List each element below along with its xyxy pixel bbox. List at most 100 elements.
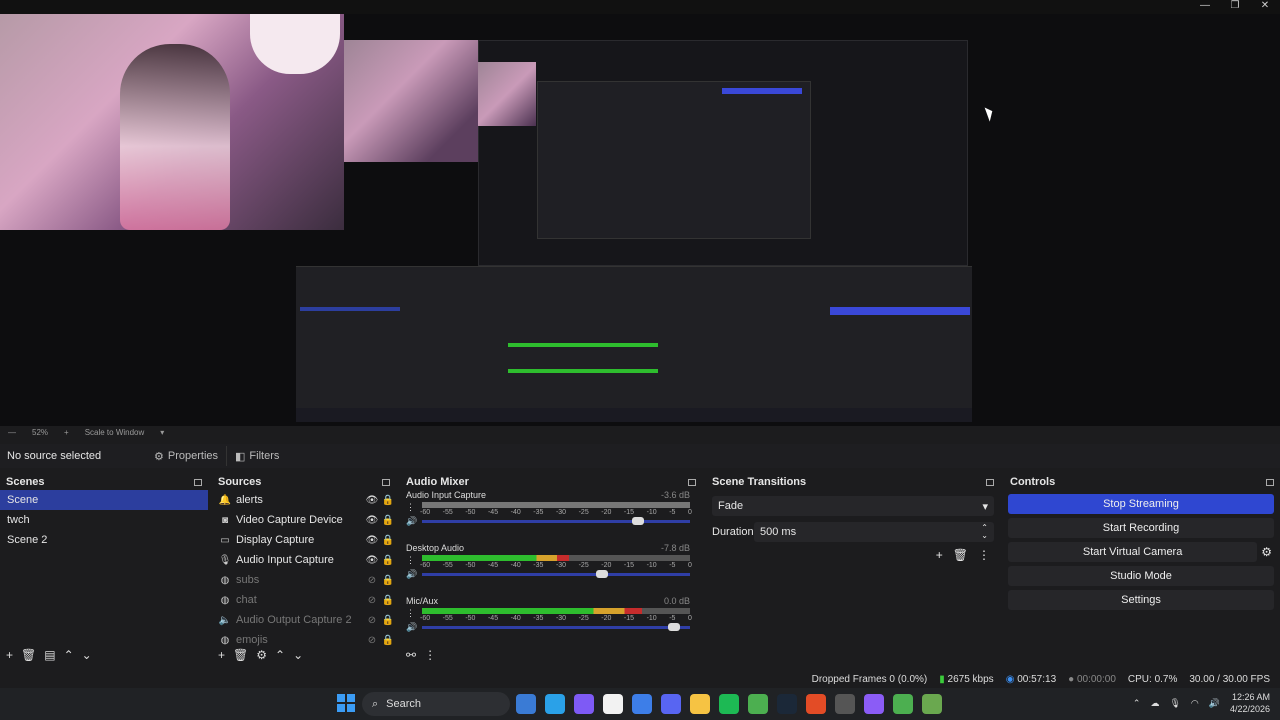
trash-icon[interactable]: 🗑 <box>21 648 36 662</box>
eye-icon[interactable]: 👁 <box>364 555 380 566</box>
source-item[interactable]: 🔔 alerts 👁 🔒 <box>212 490 396 510</box>
filters-button[interactable]: ◧ Filters <box>226 446 287 466</box>
eye-icon[interactable]: 👁 <box>364 495 380 506</box>
taskbar-app-icon[interactable] <box>661 694 681 714</box>
lock-icon[interactable]: 🔒 <box>380 575 396 586</box>
stepper-icon[interactable]: ⌃ ⌄ <box>981 524 988 540</box>
kebab-menu-icon[interactable]: ⋮ <box>978 548 990 562</box>
scene-item[interactable]: twch <box>0 510 208 530</box>
close-icon[interactable]: ✕ <box>1250 0 1280 14</box>
scale-dropdown-icon[interactable]: ▾ <box>160 426 164 440</box>
lock-icon[interactable]: 🔒 <box>380 495 396 506</box>
trash-icon[interactable]: 🗑 <box>953 548 968 562</box>
undock-icon[interactable] <box>382 478 390 486</box>
source-item[interactable]: 🎙 Audio Input Capture 👁 🔒 <box>212 550 396 570</box>
taskbar-app-icon[interactable] <box>545 694 565 714</box>
taskbar-app-icon[interactable] <box>748 694 768 714</box>
wifi-icon[interactable]: ◠ <box>1191 698 1199 709</box>
studio-mode-button[interactable]: Studio Mode <box>1008 566 1274 586</box>
source-item[interactable]: ◙ Video Capture Device 👁 🔒 <box>212 510 396 530</box>
duration-input[interactable]: 500 ms ⌃ ⌄ <box>754 522 994 542</box>
minimize-icon[interactable]: — <box>1190 0 1220 14</box>
move-up-icon[interactable]: ⌃ <box>64 648 74 662</box>
eye-off-icon[interactable]: ⊘ <box>364 635 380 646</box>
mic-icon[interactable]: 🎙 <box>1169 698 1180 709</box>
taskbar-app-icon[interactable] <box>777 694 797 714</box>
taskbar-app-icon[interactable] <box>632 694 652 714</box>
taskbar-app-icon[interactable] <box>893 694 913 714</box>
lock-icon[interactable]: 🔒 <box>380 615 396 626</box>
volume-icon[interactable]: 🔊 <box>406 569 417 580</box>
lock-icon[interactable]: 🔒 <box>380 595 396 606</box>
add-icon[interactable]: + <box>936 548 943 562</box>
program-preview[interactable] <box>0 14 1280 426</box>
clock[interactable]: 12:26 AM 4/22/2026 <box>1230 691 1270 715</box>
properties-button[interactable]: ⚙ Properties <box>146 446 226 466</box>
gear-icon[interactable]: ⚙ <box>1261 545 1272 559</box>
source-item[interactable]: ◍ chat ⊘ 🔒 <box>212 590 396 610</box>
eye-off-icon[interactable]: ⊘ <box>364 615 380 626</box>
kebab-menu-icon[interactable]: ⋮ <box>406 555 415 566</box>
lock-icon[interactable]: 🔒 <box>380 535 396 546</box>
filter-icon[interactable]: ▤ <box>44 648 55 662</box>
undock-icon[interactable] <box>194 478 202 486</box>
eye-off-icon[interactable]: ⊘ <box>364 575 380 586</box>
trash-icon[interactable]: 🗑 <box>233 648 248 662</box>
gear-icon[interactable]: ⚙ <box>256 648 267 662</box>
eye-icon[interactable]: 👁 <box>364 535 380 546</box>
move-down-icon[interactable]: ⌄ <box>82 648 92 662</box>
taskbar-app-icon[interactable] <box>864 694 884 714</box>
zoom-minus-icon[interactable]: — <box>8 426 16 440</box>
add-icon[interactable]: + <box>6 648 13 662</box>
stop-streaming-button[interactable]: Stop Streaming <box>1008 494 1274 514</box>
taskbar-app-icon[interactable] <box>690 694 710 714</box>
start-virtual-camera-button[interactable]: Start Virtual Camera <box>1008 542 1258 562</box>
transition-select[interactable]: Fade ▾ <box>712 496 994 516</box>
undock-icon[interactable] <box>688 478 696 486</box>
eye-icon[interactable]: 👁 <box>364 515 380 526</box>
source-item[interactable]: ◍ emojis ⊘ 🔒 <box>212 630 396 650</box>
volume-knob[interactable] <box>631 517 644 525</box>
maximize-icon[interactable]: ❐ <box>1220 0 1250 14</box>
chevron-up-icon[interactable]: ⌃ <box>1133 698 1141 709</box>
scene-item[interactable]: Scene 2 <box>0 530 208 550</box>
kebab-menu-icon[interactable]: ⋮ <box>424 648 436 662</box>
taskbar-search[interactable]: ⌕ Search <box>362 692 510 716</box>
volume-slider[interactable] <box>422 570 690 578</box>
zoom-plus-icon[interactable]: + <box>64 426 69 440</box>
volume-icon[interactable]: 🔊 <box>406 622 417 633</box>
cloud-icon[interactable]: ☁ <box>1150 698 1159 709</box>
lock-icon[interactable]: 🔒 <box>380 515 396 526</box>
undock-icon[interactable] <box>1266 478 1274 486</box>
link-icon[interactable]: ⚯ <box>406 648 416 662</box>
undock-icon[interactable] <box>986 478 994 486</box>
volume-icon[interactable]: 🔊 <box>1209 698 1220 709</box>
taskbar-app-icon[interactable] <box>574 694 594 714</box>
move-down-icon[interactable]: ⌄ <box>293 648 303 662</box>
scale-mode[interactable]: Scale to Window <box>85 426 145 440</box>
move-up-icon[interactable]: ⌃ <box>275 648 285 662</box>
add-icon[interactable]: + <box>218 648 225 662</box>
start-recording-button[interactable]: Start Recording <box>1008 518 1274 538</box>
volume-slider[interactable] <box>422 623 690 631</box>
source-item[interactable]: ▭ Display Capture 👁 🔒 <box>212 530 396 550</box>
taskbar-app-icon[interactable] <box>806 694 826 714</box>
lock-icon[interactable]: 🔒 <box>380 635 396 646</box>
taskbar-app-icon[interactable] <box>835 694 855 714</box>
volume-knob[interactable] <box>596 570 609 578</box>
mute-icon[interactable]: 🔊 <box>406 516 417 527</box>
volume-knob[interactable] <box>667 623 680 631</box>
taskbar-app-icon[interactable] <box>603 694 623 714</box>
source-item[interactable]: 🔈 Audio Output Capture 2 ⊘ 🔒 <box>212 610 396 630</box>
lock-icon[interactable]: 🔒 <box>380 555 396 566</box>
taskbar-app-icon[interactable] <box>922 694 942 714</box>
volume-slider[interactable] <box>422 517 690 525</box>
windows-start-icon[interactable] <box>337 694 355 712</box>
eye-off-icon[interactable]: ⊘ <box>364 595 380 606</box>
settings-button[interactable]: Settings <box>1008 590 1274 610</box>
kebab-menu-icon[interactable]: ⋮ <box>406 502 415 513</box>
scene-item[interactable]: Scene <box>0 490 208 510</box>
kebab-menu-icon[interactable]: ⋮ <box>406 608 415 619</box>
taskbar-app-icon[interactable] <box>516 694 536 714</box>
taskbar-app-icon[interactable] <box>719 694 739 714</box>
